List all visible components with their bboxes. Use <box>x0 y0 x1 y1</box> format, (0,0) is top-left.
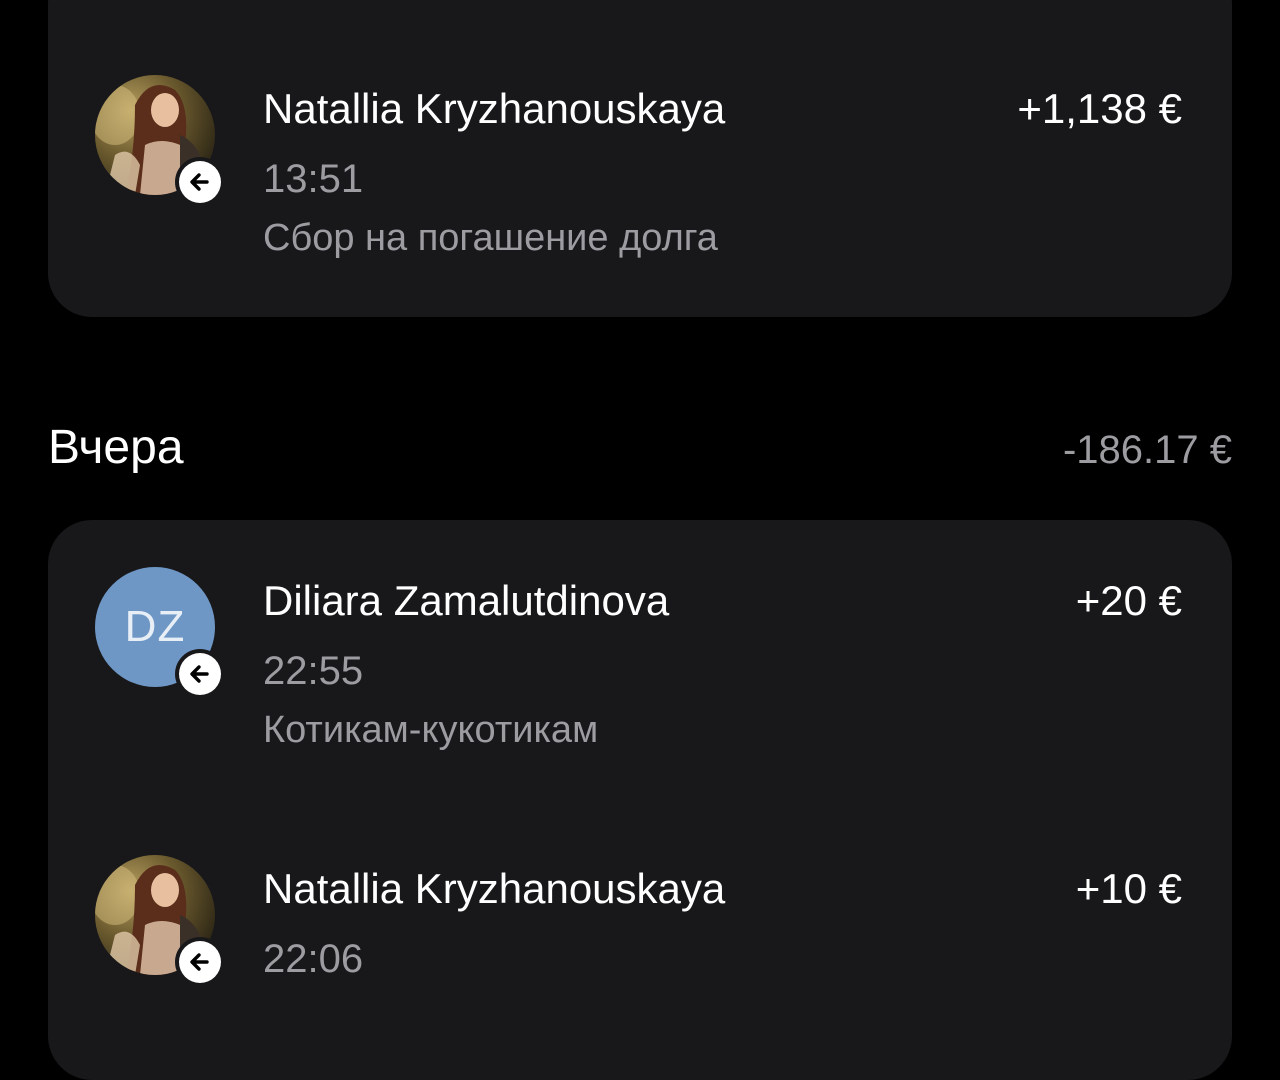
transaction-row[interactable]: Natallia Kryzhanouskaya +10 € 22:06 <box>48 855 1232 1075</box>
arrow-left-icon <box>190 173 209 191</box>
incoming-badge <box>175 157 225 207</box>
section-title: Вчера <box>48 421 184 474</box>
arrow-left-icon <box>190 953 209 971</box>
transaction-note: Котикам-кукотикам <box>263 709 599 751</box>
transaction-row[interactable]: DZ Diliara Zamalutdinova +20 € 22:55 Кот… <box>48 567 1232 787</box>
transaction-name: Natallia Kryzhanouskaya <box>263 85 726 132</box>
avatar-container: DZ <box>95 567 225 699</box>
transactions-card-today: Natallia Kryzhanouskaya +1,138 € 13:51 С… <box>48 0 1232 317</box>
transaction-amount: +20 € <box>1075 577 1182 624</box>
transaction-name: Diliara Zamalutdinova <box>263 577 670 624</box>
transaction-time: 13:51 <box>263 157 364 201</box>
transaction-note: Сбор на погашение долга <box>263 217 718 259</box>
avatar-container <box>95 75 225 207</box>
section-total: -186.17 € <box>1062 428 1232 472</box>
arrow-left-icon <box>190 665 209 683</box>
transactions-card-yesterday: DZ Diliara Zamalutdinova +20 € 22:55 Кот… <box>48 520 1232 1080</box>
transaction-name: Natallia Kryzhanouskaya <box>263 865 726 912</box>
transaction-amount: +1,138 € <box>1017 85 1182 132</box>
incoming-badge <box>175 649 225 699</box>
transaction-amount: +10 € <box>1075 865 1182 912</box>
transaction-time: 22:55 <box>263 649 364 693</box>
incoming-badge <box>175 937 225 987</box>
transaction-row[interactable]: Natallia Kryzhanouskaya +1,138 € 13:51 С… <box>48 75 1232 295</box>
day-section-header: Вчера -186.17 € <box>48 420 1232 480</box>
avatar-container <box>95 855 225 987</box>
transaction-time: 22:06 <box>263 937 364 981</box>
